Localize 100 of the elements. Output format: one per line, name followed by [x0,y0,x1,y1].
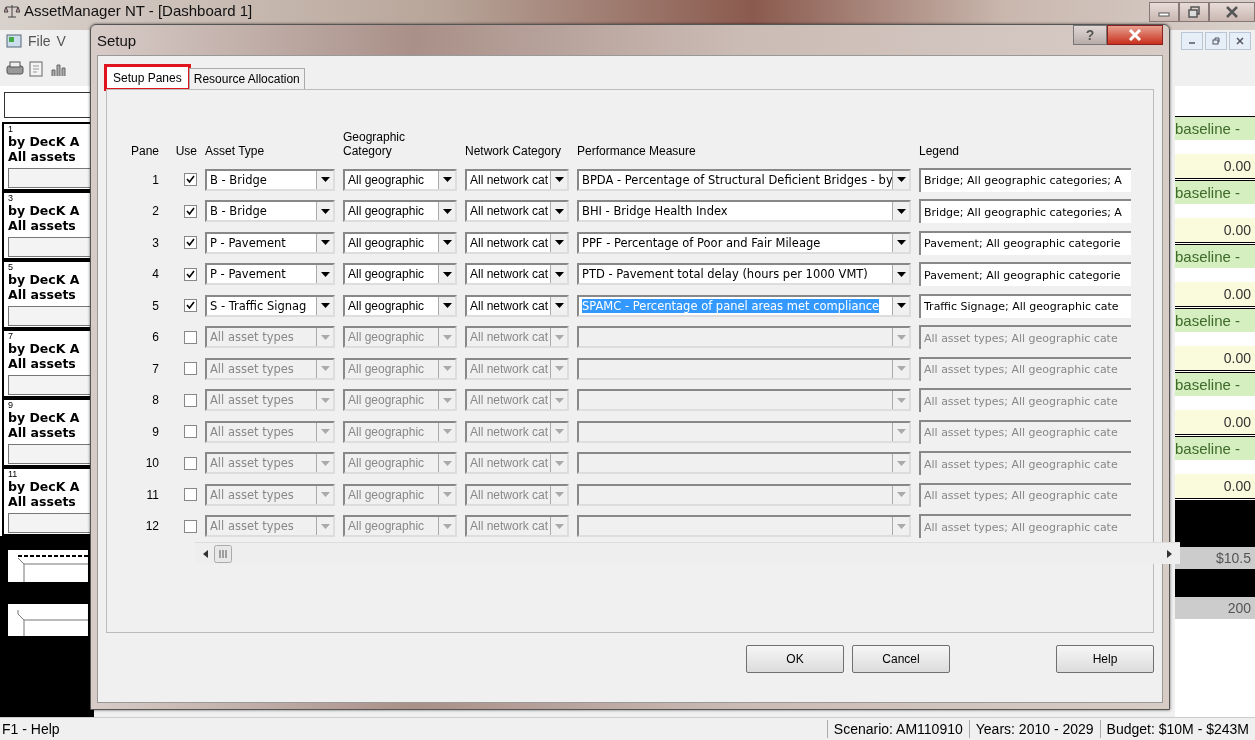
dropdown-arrow-icon[interactable] [442,208,452,214]
dropdown-arrow-icon[interactable] [320,271,330,277]
dropdown-arrow-icon[interactable] [320,177,330,183]
pane-number: 3 [8,194,14,203]
asset-type-dropdown[interactable]: P - Pavement [205,263,335,286]
tab[interactable]: Setup Panes [106,66,189,89]
asset-type-dropdown[interactable]: B - Bridge [205,200,335,223]
scenario-label: baseline - [1175,181,1255,204]
performance-measure-dropdown[interactable] [577,515,911,538]
network-dropdown[interactable]: All network cat [465,200,569,223]
pane-number: 7 [151,361,160,376]
dropdown-arrow-icon[interactable] [442,177,452,183]
dropdown-arrow-icon[interactable] [554,208,564,214]
restore-button[interactable] [1179,2,1209,22]
geographic-dropdown[interactable]: All geographic [343,200,457,223]
dropdown-arrow-icon[interactable] [442,271,452,277]
pane-title: by DecK A [8,134,81,149]
value-cell: 200 [1175,597,1255,619]
column-header: Performance Measure [577,144,697,158]
right-arrow-icon[interactable] [1167,549,1172,558]
pane-subtitle: All assets [8,149,77,164]
pane-title: by DecK A [8,203,81,218]
use-checkbox[interactable] [184,267,197,281]
scenario-status: Scenario: AM110910 [826,720,969,738]
left-arrow-icon[interactable] [203,549,208,558]
geographic-dropdown[interactable]: All geographic [343,294,457,317]
performance-measure-dropdown[interactable] [577,389,911,412]
performance-measure-dropdown[interactable]: BPDA - Percentage of Structural Deficient Bridges - by [577,168,911,191]
performance-measure-dropdown[interactable]: PTD - Pavement total delay (hours per 1000 VMT) [577,263,911,286]
dropdown-arrow-icon[interactable] [320,303,330,309]
dropdown-arrow-icon[interactable] [896,271,906,277]
dropdown-arrow-icon[interactable] [554,177,564,183]
asset-type-dropdown[interactable]: P - Pavement [205,231,335,254]
column-header: Geographic Category [343,130,407,158]
use-checkbox[interactable] [184,299,197,313]
dropdown-arrow-icon[interactable] [320,240,330,246]
dropdown-arrow-icon[interactable] [896,303,906,309]
legend-field[interactable]: Pavement; All geographic categorie [919,262,1131,287]
performance-measure-dropdown[interactable] [577,326,911,349]
document-icon[interactable] [6,34,22,48]
use-checkbox[interactable] [184,173,197,187]
dropdown-arrow-icon[interactable] [896,177,906,183]
scroll-thumb[interactable] [214,544,232,563]
document-icon[interactable] [28,61,46,77]
legend-field[interactable]: Pavement; All geographic categorie [919,230,1131,255]
pane-number: 3 [151,235,160,250]
performance-measure-dropdown[interactable] [577,420,911,443]
value-cell: $10.5 [1175,547,1255,569]
value-cell: 0.00 [1175,282,1255,306]
ok-button[interactable]: OK [746,645,844,673]
close-button[interactable] [1107,25,1163,45]
performance-measure-dropdown[interactable]: PPF - Percentage of Poor and Fair Mileage [577,231,911,254]
dropdown-arrow-icon[interactable] [320,208,330,214]
menu-item[interactable]: V [56,33,66,49]
help-button[interactable]: Help [1056,645,1154,673]
dropdown-arrow-icon[interactable] [442,303,452,309]
close-icon [1236,37,1244,45]
legend-field[interactable]: Bridge; All geographic categories; A [919,167,1131,192]
asset-type-dropdown[interactable]: S - Traffic Signag [205,294,335,317]
scenario-label: baseline - [1175,373,1255,396]
chart-icon[interactable] [50,61,68,77]
network-dropdown[interactable]: All network cat [465,231,569,254]
legend-field[interactable]: Traffic Signage; All geographic cate [919,293,1131,318]
scenario-label: baseline - [1175,245,1255,268]
geographic-dropdown[interactable]: All geographic [343,263,457,286]
geographic-dropdown[interactable]: All geographic [343,168,457,191]
pane-title: by DecK A [8,341,81,356]
pane-number: 1 [8,125,14,134]
scenario-label: baseline - [1175,437,1255,460]
use-checkbox[interactable] [184,236,197,250]
dropdown-arrow-icon[interactable] [554,303,564,309]
help-button[interactable]: ? [1073,25,1107,45]
legend-field[interactable]: Bridge; All geographic categories; A [919,199,1131,224]
column-header: Use [174,144,197,158]
cancel-button[interactable]: Cancel [852,645,950,673]
performance-measure-dropdown[interactable]: BHI - Bridge Health Index [577,200,911,223]
pane-number: 2 [151,204,160,219]
restore-icon [1188,6,1200,18]
network-dropdown[interactable]: All network cat [465,294,569,317]
dropdown-arrow-icon[interactable] [442,240,452,246]
geographic-dropdown[interactable]: All geographic [343,231,457,254]
dropdown-arrow-icon[interactable] [896,208,906,214]
printer-icon[interactable] [6,61,24,77]
performance-measure-dropdown[interactable] [577,483,911,506]
minimize-button[interactable] [1181,32,1203,50]
menu-item[interactable]: File [28,33,51,49]
use-checkbox[interactable] [184,204,197,218]
network-dropdown[interactable]: All network cat [465,168,569,191]
close-button[interactable] [1209,2,1255,22]
tab[interactable]: Resource Allocation [188,68,305,89]
asset-type-dropdown[interactable]: B - Bridge [205,168,335,191]
minimize-button[interactable] [1149,2,1179,22]
restore-button[interactable] [1205,32,1227,50]
dropdown-arrow-icon[interactable] [896,240,906,246]
performance-measure-dropdown[interactable] [577,357,911,380]
performance-measure-dropdown[interactable] [577,452,911,475]
dropdown-arrow-icon[interactable] [554,240,564,246]
dropdown-arrow-icon[interactable] [554,271,564,277]
network-dropdown[interactable]: All network cat [465,263,569,286]
pane-number: 9 [151,424,160,439]
